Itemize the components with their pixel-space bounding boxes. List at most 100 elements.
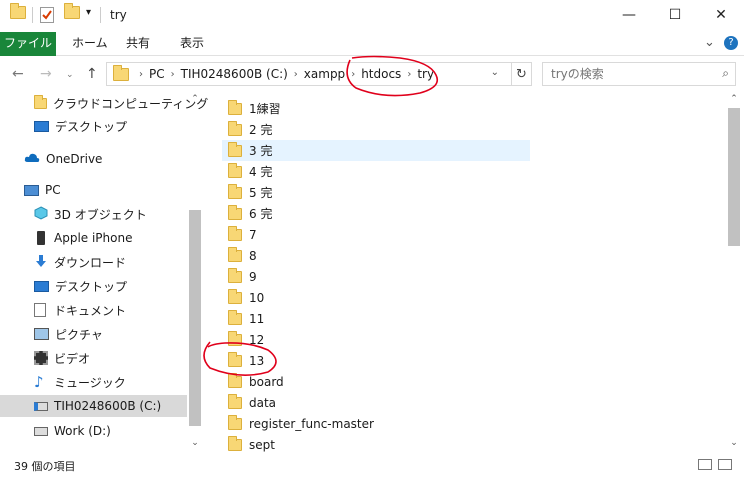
sidebar-item-documents[interactable]: ドキュメント [0, 299, 187, 321]
help-icon[interactable]: ? [724, 36, 738, 50]
large-icons-view-icon[interactable] [718, 459, 732, 470]
ribbon-expand-icon[interactable]: ⌄ [704, 35, 715, 50]
file-name: 12 [249, 332, 265, 347]
new-folder-icon[interactable] [64, 3, 80, 19]
breadcrumb-pc[interactable]: PC [149, 67, 165, 81]
sidebar-item-onedrive[interactable]: OneDrive [0, 148, 187, 170]
folder-icon [228, 162, 242, 178]
sidebar-item-label: ピクチャ [55, 327, 103, 342]
address-dropdown-icon[interactable]: ⌄ [491, 67, 499, 78]
sidebar-item-pictures[interactable]: ピクチャ [0, 323, 187, 345]
quick-access-folder-icon[interactable] [10, 3, 26, 19]
close-button[interactable]: ✕ [698, 0, 744, 30]
scroll-up-icon[interactable]: ⌃ [726, 94, 742, 104]
breadcrumb-htdocs[interactable]: htdocs [361, 67, 401, 81]
sidebar-item-cloud-computing[interactable]: クラウドコンピューティング [0, 92, 208, 114]
video-icon [34, 351, 48, 365]
sidebar-item-downloads[interactable]: ダウンロード [0, 251, 187, 273]
file-list-item[interactable]: 2 完 [222, 119, 530, 140]
refresh-button[interactable]: ↻ [512, 62, 532, 86]
customize-toolbar-icon[interactable]: ▾ [86, 7, 91, 18]
sidebar-item-label: OneDrive [46, 152, 103, 166]
file-list-item[interactable]: 4 完 [222, 161, 530, 182]
sidebar-item-desktop[interactable]: デスクトップ [0, 115, 187, 137]
item-count: 39 個の項目 [14, 460, 76, 473]
file-list-item[interactable]: 6 完 [222, 203, 530, 224]
chevron-right-icon: › [170, 68, 175, 80]
file-list-item[interactable]: 9 [222, 266, 530, 287]
tab-home[interactable]: ホーム [62, 32, 118, 56]
folder-icon [228, 435, 242, 451]
file-list-item[interactable]: 10 [222, 287, 530, 308]
folder-icon [228, 393, 242, 409]
file-name: 9 [249, 269, 257, 284]
document-icon [34, 303, 46, 317]
minimize-button[interactable]: — [606, 0, 652, 30]
sidebar-item-videos[interactable]: ビデオ [0, 347, 187, 369]
address-bar[interactable]: › PC › TIH0248600B (C:) › xampp › htdocs… [106, 62, 512, 86]
file-list-item[interactable]: board [222, 371, 530, 392]
sidebar-item-label: ビデオ [54, 351, 91, 366]
folder-icon [228, 204, 242, 220]
search-icon[interactable]: ⌕ [722, 66, 729, 81]
file-name: 2 完 [249, 123, 273, 137]
file-list-scrollbar[interactable]: ⌃ ⌄ [726, 92, 742, 454]
file-list-item[interactable]: 11 [222, 308, 530, 329]
breadcrumb-xampp[interactable]: xampp [304, 67, 345, 81]
tab-file[interactable]: ファイル [0, 32, 56, 56]
scrollbar-thumb[interactable] [189, 210, 201, 426]
scroll-down-icon[interactable]: ⌄ [187, 438, 203, 448]
file-list-item[interactable]: 1練習 [222, 98, 530, 119]
file-list-item[interactable]: 13 [222, 350, 530, 371]
back-arrow-icon[interactable]: ← [12, 66, 24, 82]
breadcrumb-drive[interactable]: TIH0248600B (C:) [181, 67, 288, 81]
forward-arrow-icon[interactable]: → [40, 66, 52, 82]
tab-share[interactable]: 共有 [116, 32, 160, 56]
file-name: 6 完 [249, 207, 273, 221]
breadcrumb-try[interactable]: try [417, 67, 434, 81]
scroll-up-icon[interactable]: ⌃ [187, 94, 203, 104]
chevron-right-icon: › [139, 68, 143, 80]
sidebar-item-3d-objects[interactable]: 3D オブジェクト [0, 203, 187, 225]
sidebar-item-drive-c[interactable]: TIH0248600B (C:) [0, 395, 187, 417]
search-box[interactable]: ⌕ [542, 62, 736, 86]
scroll-down-icon[interactable]: ⌄ [726, 438, 742, 448]
sidebar-item-pc[interactable]: PC [0, 179, 187, 201]
status-bar: 39 個の項目 [0, 454, 744, 477]
folder-icon [228, 120, 242, 136]
title-bar: ▾ try — ☐ ✕ [0, 0, 744, 32]
chevron-right-icon: › [293, 68, 298, 80]
folder-icon [228, 183, 242, 199]
folder-icon [228, 141, 242, 157]
file-list-item[interactable]: 8 [222, 245, 530, 266]
sidebar-item-apple-iphone[interactable]: Apple iPhone [0, 227, 187, 249]
search-input[interactable] [543, 63, 703, 85]
folder-icon [228, 246, 242, 262]
chevron-right-icon: › [351, 68, 356, 80]
details-view-icon[interactable] [698, 459, 712, 470]
scrollbar-thumb[interactable] [728, 108, 740, 246]
file-list-item[interactable]: 12 [222, 329, 530, 350]
file-list-item[interactable]: 7 [222, 224, 530, 245]
sidebar-item-drive-d[interactable]: Work (D:) [0, 420, 187, 442]
folder-icon [228, 372, 242, 388]
sidebar-item-label: PC [45, 183, 61, 197]
tab-view[interactable]: 表示 [170, 32, 214, 56]
file-name: 11 [249, 311, 265, 326]
sidebar-scrollbar[interactable]: ⌃ ⌄ [187, 92, 203, 454]
cloud-icon [24, 152, 40, 166]
file-list-item[interactable]: data [222, 392, 530, 413]
file-name: sept [249, 437, 275, 452]
properties-icon[interactable] [40, 7, 54, 23]
maximize-button[interactable]: ☐ [652, 0, 698, 30]
sidebar-item-music[interactable]: ♪ ミュージック [0, 371, 187, 393]
sidebar-item-desktop-2[interactable]: デスクトップ [0, 275, 187, 297]
file-list-item[interactable]: 5 完 [222, 182, 530, 203]
sidebar-item-label: Apple iPhone [54, 231, 133, 245]
file-list-item[interactable]: 3 完 [222, 140, 530, 161]
recent-locations-chevron-icon[interactable]: ⌄ [66, 70, 74, 80]
file-list-item[interactable]: register_func-master [222, 413, 530, 434]
divider [100, 7, 101, 23]
file-list-item[interactable]: sept [222, 434, 530, 454]
up-arrow-icon[interactable]: ↑ [86, 66, 98, 82]
